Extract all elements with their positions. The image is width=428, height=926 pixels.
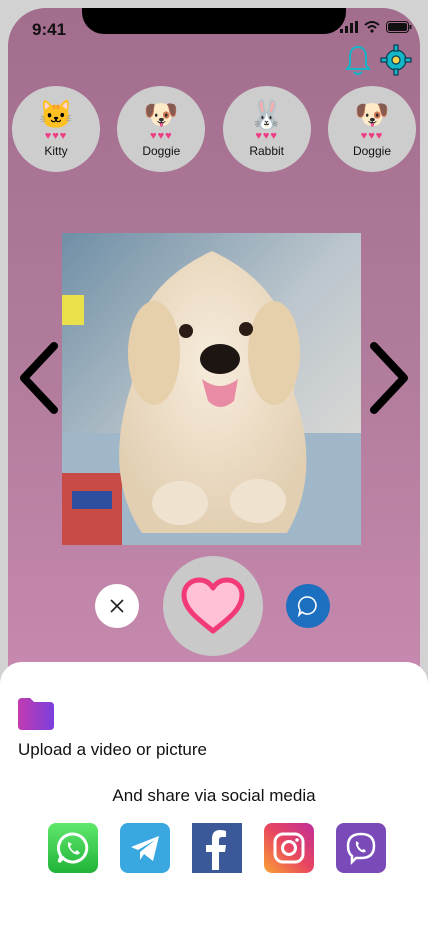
story-kitty[interactable]: 🐱 ♥♥♥ Kitty [12, 86, 100, 172]
instagram-share-button[interactable] [264, 823, 314, 873]
story-rating: ♥♥♥ [255, 129, 278, 142]
whatsapp-icon [57, 832, 89, 864]
chevron-left-icon[interactable] [16, 340, 60, 416]
action-bar [8, 556, 420, 656]
rabbit-icon: 🐰 [249, 98, 285, 130]
facebook-icon [206, 830, 226, 870]
chat-bubble-icon [297, 596, 317, 617]
folder-icon[interactable] [18, 698, 54, 730]
wifi-icon [364, 21, 380, 33]
signal-icon [340, 21, 358, 33]
close-icon [110, 599, 124, 613]
viber-icon [346, 832, 376, 865]
notch [82, 8, 346, 34]
upload-label[interactable]: Upload a video or picture [18, 740, 207, 760]
dog-icon: 🐶 [143, 98, 179, 130]
facebook-share-button[interactable] [192, 823, 242, 873]
story-row: 🐱 ♥♥♥ Kitty 🐶 ♥♥♥ Doggie 🐰 ♥♥♥ Rabbit 🐶 … [12, 86, 416, 172]
story-name: Doggie [142, 143, 181, 158]
telegram-icon [131, 836, 159, 861]
share-label: And share via social media [112, 786, 316, 805]
telegram-share-button[interactable] [120, 823, 170, 873]
chevron-right-icon[interactable] [368, 340, 412, 416]
story-rating: ♥♥♥ [150, 129, 173, 142]
viber-share-button[interactable] [336, 823, 386, 873]
puppy-photo [62, 233, 361, 545]
like-button[interactable] [163, 556, 263, 656]
dog-icon: 🐶 [354, 98, 390, 130]
status-time: 9:41 [32, 20, 67, 39]
story-name: Kitty [44, 143, 68, 158]
story-rating: ♥♥♥ [44, 129, 68, 142]
instagram-icon [273, 832, 305, 864]
story-name: Rabbit [249, 143, 284, 158]
social-share-row [48, 823, 386, 873]
story-rating: ♥♥♥ [360, 129, 384, 142]
story-doggie[interactable]: 🐶 ♥♥♥ Doggie [117, 86, 206, 172]
dismiss-button[interactable] [95, 584, 139, 628]
battery-icon [386, 21, 412, 33]
bell-icon[interactable] [344, 44, 372, 76]
story-name: Doggie [352, 143, 391, 158]
status-icons [340, 21, 412, 33]
story-doggie-2[interactable]: 🐶 ♥♥♥ Doggie [327, 86, 416, 172]
share-sheet: Upload a video or picture And share via … [0, 662, 428, 926]
heart-icon [181, 577, 245, 634]
chat-button[interactable] [286, 584, 330, 628]
story-rabbit[interactable]: 🐰 ♥♥♥ Rabbit [222, 86, 311, 172]
gear-icon[interactable] [380, 44, 412, 76]
top-actions [344, 44, 412, 76]
whatsapp-share-button[interactable] [48, 823, 98, 873]
cat-icon: 🐱 [38, 98, 74, 130]
